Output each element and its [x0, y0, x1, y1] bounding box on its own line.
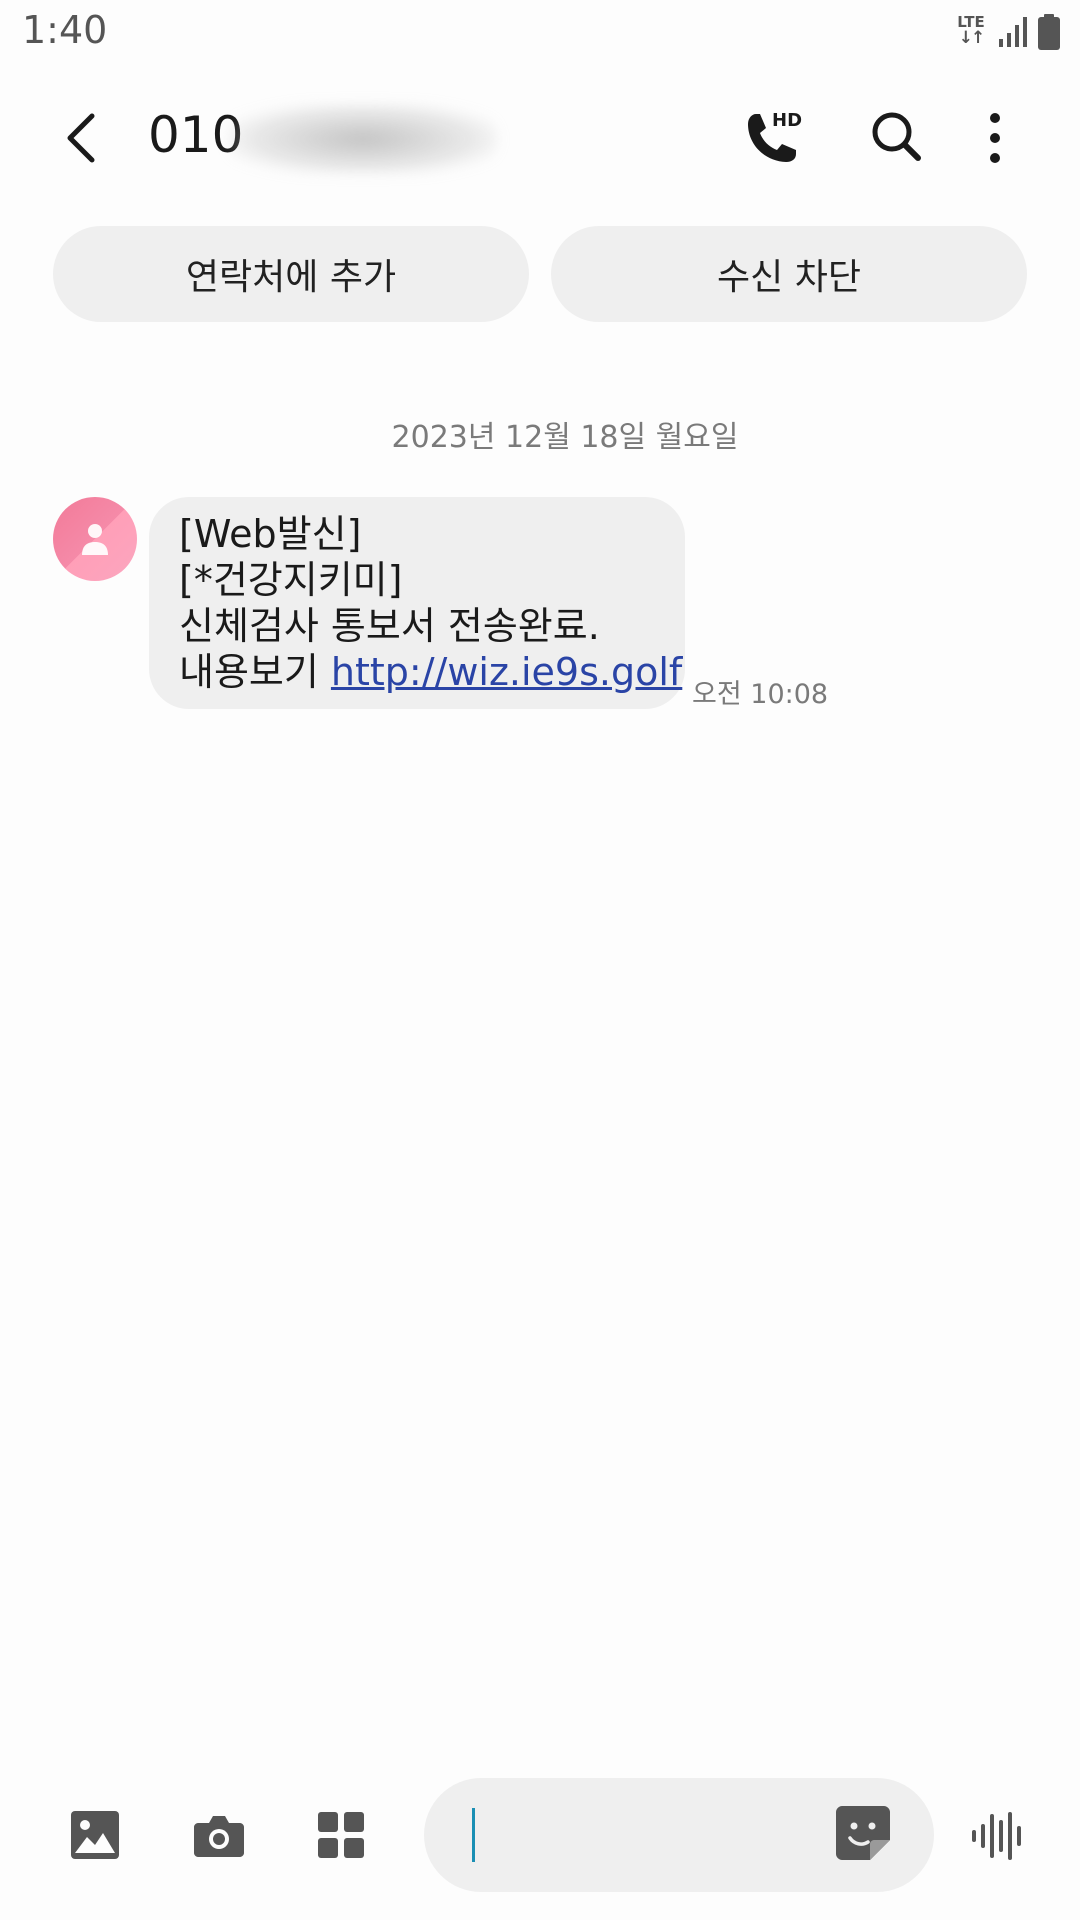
person-icon: [82, 524, 108, 555]
back-arrow-icon: [67, 113, 95, 163]
apps-button[interactable]: [306, 1800, 376, 1870]
message-composer: [0, 1770, 1080, 1900]
status-time: 1:40: [22, 8, 108, 52]
battery-icon: [1038, 14, 1060, 50]
message-bubble[interactable]: [Web발신] [*건강지키미] 신체검사 통보서 전송완료. 내용보기 htt…: [149, 497, 685, 709]
more-options-button[interactable]: [970, 102, 1020, 172]
status-bar: 1:40 LTE ↓↑: [0, 0, 1080, 64]
more-vert-icon: [990, 113, 1000, 163]
message-line: [Web발신]: [179, 512, 362, 556]
sticker-icon: [836, 1806, 890, 1860]
gallery-button[interactable]: [60, 1800, 130, 1870]
block-number-button[interactable]: 수신 차단: [551, 226, 1027, 322]
text-cursor: [472, 1808, 475, 1862]
hd-call-icon: HD: [748, 110, 802, 162]
message-line: [*건강지키미]: [179, 558, 403, 602]
message-input-container[interactable]: [424, 1778, 934, 1892]
sticker-button[interactable]: [836, 1806, 896, 1866]
message-line: 신체검사 통보서 전송완료.: [179, 604, 600, 648]
camera-icon: [194, 1816, 244, 1857]
voice-input-button[interactable]: [968, 1806, 1028, 1866]
message-link-prefix: 내용보기: [179, 650, 331, 694]
conversation-screen: 1:40 LTE ↓↑ 010 HD 연락처에 추가 수신 차단 2023년 1…: [0, 0, 1080, 1920]
message-input[interactable]: [464, 1800, 828, 1872]
search-icon: [872, 112, 921, 161]
status-icons: LTE ↓↑: [954, 14, 1060, 50]
voice-waveform-icon: [972, 1812, 1021, 1860]
search-button[interactable]: [862, 102, 932, 172]
apps-grid-icon: [318, 1812, 364, 1858]
redacted-number-blur: [228, 104, 498, 174]
message-link[interactable]: http://wiz.ie9s.golf: [331, 650, 682, 694]
date-divider: 2023년 12월 18일 월요일: [391, 420, 739, 455]
back-button[interactable]: [56, 106, 112, 170]
message-line-with-link: 내용보기 http://wiz.ie9s.golf: [179, 649, 682, 695]
hd-badge: HD: [772, 110, 802, 131]
camera-button[interactable]: [184, 1800, 254, 1870]
conversation-header: 010 HD: [0, 72, 1080, 202]
gallery-icon: [71, 1811, 119, 1859]
hd-call-button[interactable]: HD: [736, 102, 806, 172]
lte-data-icon: LTE ↓↑: [954, 14, 988, 50]
sender-avatar[interactable]: [53, 497, 137, 581]
signal-icon: [999, 17, 1027, 47]
message-timestamp: 오전 10:08: [692, 679, 829, 710]
add-contact-button[interactable]: 연락처에 추가: [53, 226, 529, 322]
